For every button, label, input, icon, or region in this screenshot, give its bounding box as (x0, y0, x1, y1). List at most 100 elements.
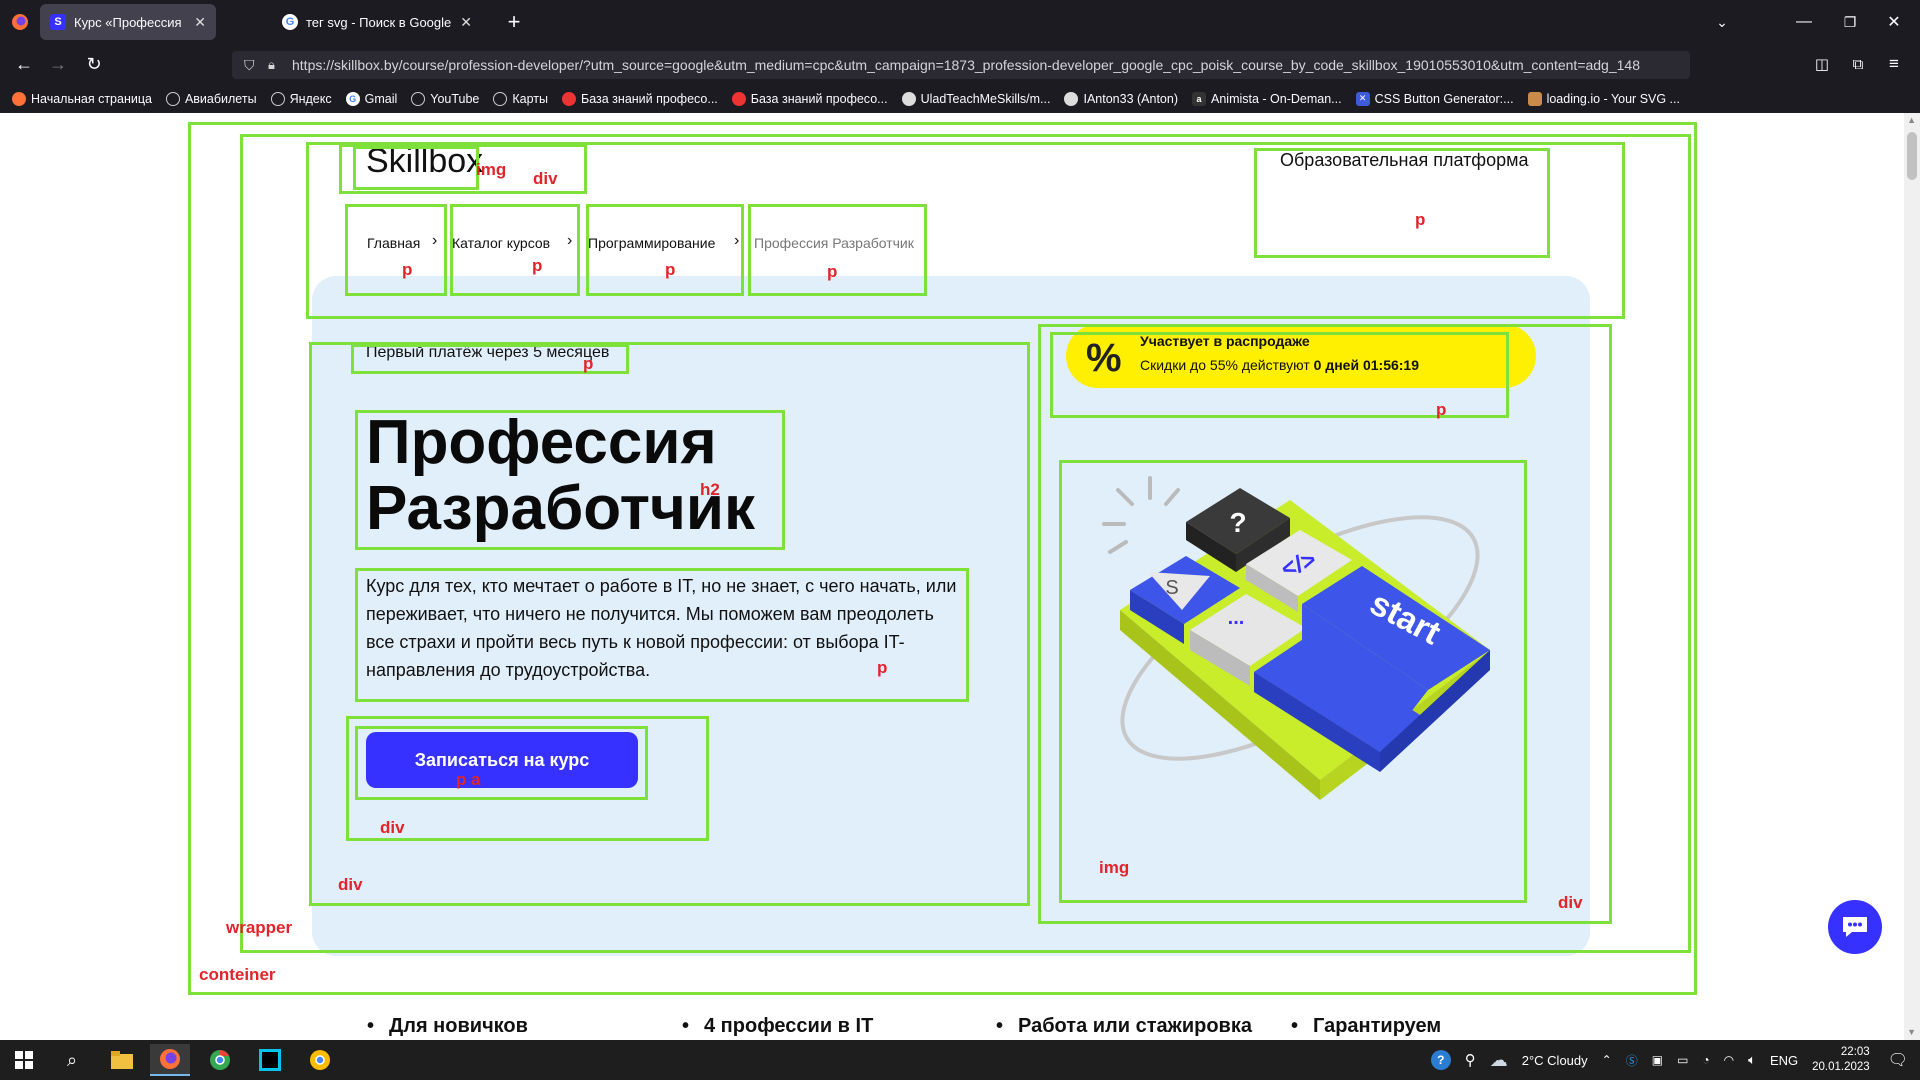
search-icon[interactable]: ⌕ (52, 1044, 92, 1076)
annotation-tag: p (1436, 400, 1447, 419)
clock-date: 20.01.2023 (1812, 1061, 1870, 1073)
pocket-icon[interactable]: ◫ (1808, 50, 1836, 78)
windows-start-icon[interactable] (4, 1044, 44, 1076)
firefox-icon (12, 91, 26, 106)
bookmark-label: База знаний професо... (750, 91, 888, 106)
close-window-icon[interactable]: ✕ (1880, 8, 1908, 36)
bookmark-item[interactable]: YouTube (411, 91, 480, 106)
annotation-tag: img (476, 160, 507, 179)
chat-bubble-icon (1843, 917, 1867, 937)
chrome-canary-icon[interactable] (300, 1044, 340, 1076)
clock[interactable]: 22:03 20.01.2023 (1812, 1045, 1870, 1075)
url-bar[interactable]: ⛉ 🔒︎ https://skillbox.by/course/professi… (232, 51, 1690, 79)
bookmark-label: CSS Button Generator:... (1374, 91, 1514, 106)
webstorm-icon[interactable] (250, 1044, 290, 1076)
close-tab-icon[interactable]: ✕ (194, 14, 206, 31)
tray-app-icon[interactable]: ▣ (1652, 1053, 1663, 1067)
close-tab-icon[interactable]: ✕ (460, 14, 472, 31)
bookmark-item[interactable]: a Animista - On-Deman... (1192, 91, 1342, 106)
url-text: https://skillbox.by/course/profession-de… (292, 57, 1640, 73)
annotation-tag: p a (456, 770, 481, 789)
network-icon[interactable]: ◔ (1702, 1053, 1709, 1067)
bookmark-item[interactable]: База знаний професо... (731, 91, 888, 106)
github-icon (901, 91, 916, 106)
bookmark-item[interactable]: ✕ CSS Button Generator:... (1355, 91, 1514, 106)
help-icon[interactable]: ? (1430, 1050, 1451, 1070)
annotation-box-illustration (1059, 460, 1527, 903)
menu-icon[interactable]: ≡ (1880, 50, 1908, 78)
back-icon[interactable]: ← (10, 50, 38, 78)
bookmark-label: Яндекс (289, 91, 332, 106)
firefox-taskbar-icon[interactable] (150, 1044, 190, 1076)
bookmark-item[interactable]: Авиабилеты (165, 91, 257, 106)
bookmark-item[interactable]: Карты (493, 91, 548, 106)
bookmark-item[interactable]: loading.io - Your SVG ... (1527, 91, 1680, 106)
people-icon[interactable]: ⚲ (1465, 1051, 1476, 1069)
scroll-down-icon[interactable]: ▼ (1907, 1027, 1916, 1037)
globe-icon (411, 91, 426, 106)
bookmark-label: YouTube (430, 91, 480, 106)
extensions-icon[interactable]: ⧉ (1844, 50, 1872, 78)
feature-item: Гарантируем (1291, 1015, 1441, 1038)
annotation-box-crumb (748, 204, 927, 296)
annotation-box-logo-img (353, 146, 479, 190)
opera-icon (731, 91, 746, 106)
reload-icon[interactable]: ↻ (80, 50, 108, 78)
scrollbar-thumb[interactable] (1907, 132, 1917, 180)
skype-icon[interactable]: Ⓢ (1626, 1052, 1638, 1069)
file-explorer-icon[interactable] (102, 1044, 142, 1076)
chevron-up-icon[interactable]: ⌃ (1602, 1053, 1612, 1067)
weather-text[interactable]: 2°C Cloudy (1522, 1053, 1588, 1068)
skillbox-favicon-icon: S (50, 14, 66, 30)
annotation-tag: div (1558, 893, 1583, 912)
shield-icon[interactable]: ⛉ (244, 57, 255, 74)
new-tab-button[interactable]: + (500, 8, 528, 36)
tab-title: тег svg - Поиск в Google (306, 14, 452, 30)
bookmark-item[interactable]: Яндекс (270, 91, 332, 106)
scroll-up-icon[interactable]: ▲ (1907, 115, 1916, 125)
loading-icon (1527, 91, 1542, 106)
bookmark-item[interactable]: База знаний професо... (562, 91, 718, 106)
chrome-icon[interactable] (200, 1044, 240, 1076)
bookmark-label: loading.io - Your SVG ... (1546, 91, 1680, 106)
language-indicator[interactable]: ENG (1770, 1053, 1798, 1068)
globe-icon (270, 91, 285, 106)
annotation-box-crumb (345, 204, 447, 296)
annotation-tag: div (380, 818, 405, 837)
battery-icon[interactable]: ▭ (1677, 1053, 1688, 1067)
annotation-box-title (355, 410, 785, 550)
bookmark-item[interactable]: Начальная страница (12, 91, 152, 106)
bookmarks-bar: Начальная страница Авиабилеты Яндекс G Gm… (0, 84, 1920, 113)
google-icon: G (345, 91, 360, 106)
tab-skillbox[interactable]: S Курс «Профессия Разработчи ✕ (40, 4, 216, 40)
annotation-tag: p (1415, 210, 1426, 229)
bookmark-item[interactable]: UladTeachMeSkills/m... (901, 91, 1051, 106)
minimize-icon[interactable]: — (1790, 8, 1818, 36)
windows-taskbar: ⌕ ? ⚲ ☁ 2°C Cloudy ⌃ Ⓢ ▣ ▭ ◔ ◠ 🔈︎ ENG 22… (0, 1040, 1920, 1080)
tab-google[interactable]: G тег svg - Поиск в Google ✕ (272, 4, 482, 40)
bookmark-item[interactable]: G Gmail (345, 91, 397, 106)
lock-icon[interactable]: 🔒︎ (268, 57, 275, 73)
annotation-box-cta (355, 726, 648, 800)
bookmark-label: База знаний професо... (581, 91, 718, 106)
restore-icon[interactable]: ❐ (1836, 8, 1864, 36)
annotation-tag: p (827, 262, 838, 281)
bookmark-item[interactable]: IAnton33 (Anton) (1064, 91, 1178, 106)
forward-icon[interactable]: → (44, 50, 72, 78)
bookmark-label: Начальная страница (31, 91, 152, 106)
feature-item: Работа или стажировка (996, 1015, 1252, 1038)
annotation-box-description (355, 568, 969, 702)
google-favicon-icon: G (282, 14, 298, 30)
bookmark-label: Авиабилеты (184, 91, 257, 106)
annotation-tag: conteiner (199, 965, 276, 984)
wifi-icon[interactable]: ◠ (1724, 1053, 1734, 1067)
firefox-menu-icon[interactable] (6, 8, 34, 36)
bookmark-label: UladTeachMeSkills/m... (920, 91, 1051, 106)
chat-button[interactable] (1828, 900, 1882, 954)
notifications-icon[interactable]: 🗨︎ (1888, 1050, 1908, 1070)
volume-icon[interactable]: 🔈︎ (1748, 1052, 1756, 1068)
tab-list-icon[interactable]: ⌄ (1708, 8, 1736, 36)
tab-bar: S Курс «Профессия Разработчи ✕ G тег svg… (0, 0, 1920, 44)
globe-icon (165, 91, 180, 106)
page-scrollbar[interactable] (1904, 113, 1920, 1040)
